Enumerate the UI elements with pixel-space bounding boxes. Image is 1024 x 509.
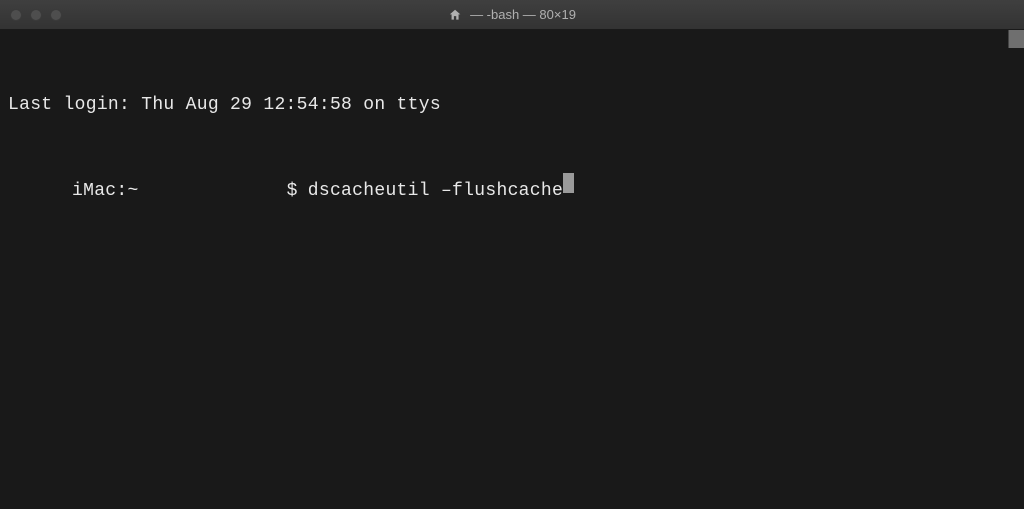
zoom-button[interactable] <box>50 9 62 21</box>
titlebar-center: — -bash — 80×19 <box>448 7 576 22</box>
terminal-body[interactable]: Last login: Thu Aug 29 12:54:58 on ttys … <box>0 30 1024 509</box>
window-titlebar: — -bash — 80×19 <box>0 0 1024 30</box>
prompt-sign: $ <box>139 178 298 206</box>
scrollbar-thumb[interactable] <box>1008 30 1024 48</box>
prompt-line: iMac:~$dscacheutil –flushcache <box>8 175 1016 206</box>
traffic-lights <box>10 9 62 21</box>
prompt-host: iMac:~ <box>8 178 139 206</box>
last-login-line: Last login: Thu Aug 29 12:54:58 on ttys <box>8 92 1016 120</box>
window-title: — -bash — 80×19 <box>470 7 576 22</box>
command-text: dscacheutil –flushcache <box>298 178 563 206</box>
cursor <box>563 173 574 193</box>
close-button[interactable] <box>10 9 22 21</box>
home-icon <box>448 8 462 22</box>
minimize-button[interactable] <box>30 9 42 21</box>
